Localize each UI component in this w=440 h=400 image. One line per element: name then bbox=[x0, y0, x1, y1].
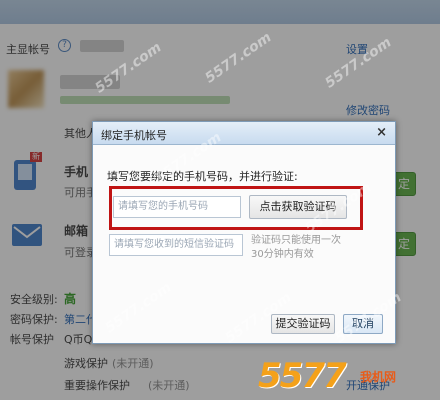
dialog-title: 绑定手机帐号 bbox=[101, 129, 167, 142]
code-hint-line1: 验证码只能使用一次 bbox=[251, 235, 341, 246]
dialog-instruction: 填写您要绑定的手机号码，并进行验证: bbox=[107, 170, 298, 183]
sms-code-input[interactable]: 请填写您收到的短信验证码 bbox=[109, 234, 243, 256]
submit-code-button[interactable]: 提交验证码 bbox=[271, 314, 335, 334]
brand-site-text: 我机网 bbox=[360, 370, 397, 384]
code-hint-line2: 30分钟内有效 bbox=[251, 249, 314, 260]
dialog-titlebar: 绑定手机帐号 × bbox=[93, 122, 395, 145]
close-icon[interactable]: × bbox=[376, 125, 387, 140]
brand-logo: 5577 bbox=[258, 356, 347, 396]
